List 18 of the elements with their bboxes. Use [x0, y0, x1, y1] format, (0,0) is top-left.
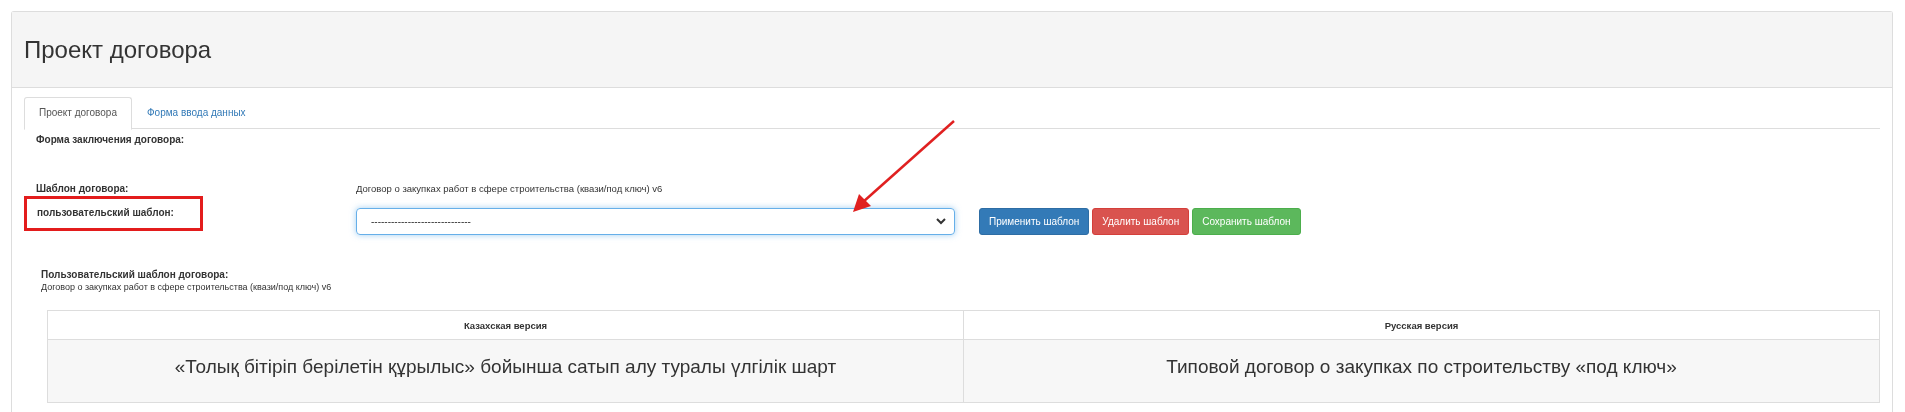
- tab[interactable]: Проект договора: [24, 97, 132, 130]
- field-label: Шаблон договора:: [36, 183, 130, 194]
- table-cell: Типовой договор о закупках по строительству «под ключ»: [963, 339, 1880, 403]
- template-button[interactable]: Удалить шаблон: [1092, 208, 1190, 235]
- template-button[interactable]: Применить шаблон: [979, 208, 1090, 235]
- chevron-down-icon: [936, 218, 946, 225]
- field-label: пользовательский шаблон:: [24, 196, 203, 231]
- template-select[interactable]: ------------------------------: [356, 208, 955, 235]
- column-header: Казахская версия: [47, 310, 964, 340]
- template-button[interactable]: Сохранить шаблон: [1192, 208, 1301, 235]
- table-cell: «Толық бітіріп берілетін құрылыс» бойынша сатып алу туралы үлгілік шарт: [47, 339, 964, 403]
- section-label: Пользовательский шаблон договора:: [41, 269, 230, 280]
- field-label: Форма заключения договора:: [36, 134, 186, 145]
- column-header: Русская версия: [963, 310, 1880, 340]
- panel-title: Проект договора: [24, 35, 212, 64]
- tab[interactable]: Форма ввода данных: [132, 97, 261, 128]
- template-name: Договор о закупках работ в сфере строительства (квази/под ключ) v6: [41, 282, 333, 292]
- template-name: Договор о закупках работ в сфере строительства (квази/под ключ) v6: [356, 183, 663, 194]
